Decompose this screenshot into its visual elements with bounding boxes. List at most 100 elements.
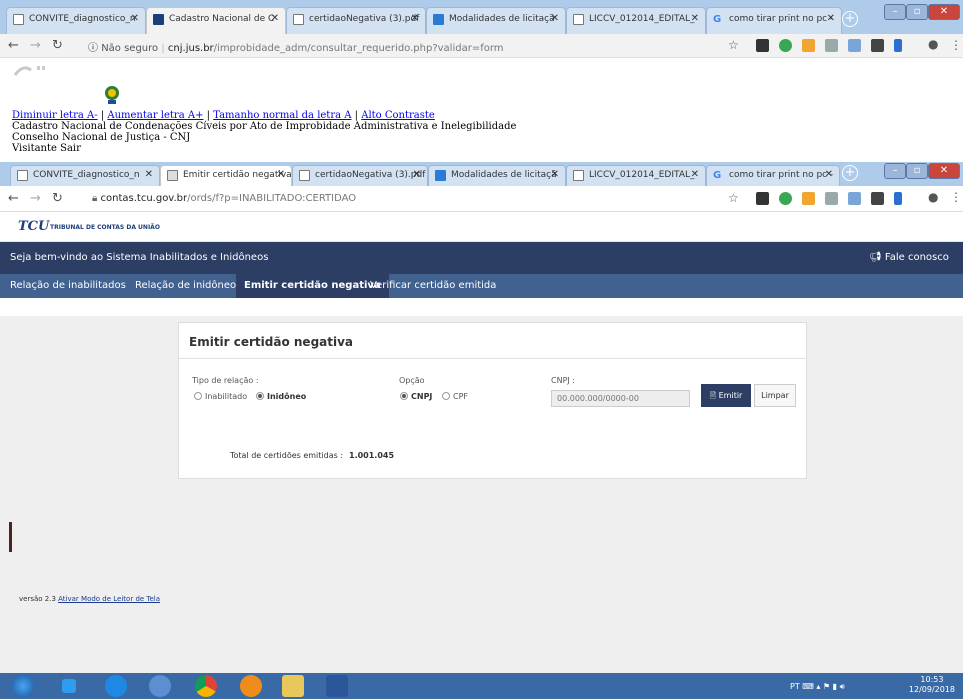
volume-icon[interactable]: 🔊︎	[840, 682, 845, 691]
close-tab-icon[interactable]: ✕	[145, 169, 153, 180]
avast-icon[interactable]	[240, 675, 262, 697]
radio-cpf[interactable]	[442, 392, 450, 400]
forward-arrow-icon[interactable]: →	[30, 38, 41, 53]
inner-tab-modalidades[interactable]: Modalidades de licitaçã ✕	[428, 165, 566, 186]
maximize-button[interactable]: ▫	[906, 163, 928, 179]
media-player-icon[interactable]	[149, 675, 171, 697]
extension-bookmark-icon[interactable]	[894, 39, 902, 52]
back-arrow-icon[interactable]: ←	[8, 38, 19, 53]
tcu-logo[interactable]: TCU	[18, 219, 49, 234]
outer-tab-google[interactable]: G como tirar print no pc - ✕	[706, 7, 842, 34]
start-button-icon[interactable]	[12, 675, 34, 697]
outer-tab-cnj[interactable]: Cadastro Nacional de C ✕	[146, 7, 286, 34]
extension-blue-icon[interactable]	[848, 192, 861, 205]
close-tab-icon[interactable]: ✕	[271, 13, 279, 24]
extension-blue-icon[interactable]	[848, 39, 861, 52]
increase-font-link[interactable]: Aumentar letra A+	[107, 110, 203, 121]
inner-tab-convite[interactable]: CONVITE_diagnostico_n ✕	[10, 165, 160, 186]
normal-font-link[interactable]: Tamanho normal da letra A	[213, 110, 351, 121]
extension-gray-icon[interactable]	[825, 192, 838, 205]
outer-tab-liccv[interactable]: LICCV_012014_EDITAL_ ✕	[566, 7, 706, 34]
minimize-button[interactable]: –	[884, 163, 906, 179]
reload-icon[interactable]: ↻	[52, 38, 63, 53]
extension-orange-icon[interactable]	[802, 192, 815, 205]
menu-verificar-certidao[interactable]: Verificar certidão emitida	[370, 274, 496, 298]
radio-inabilitado-label[interactable]: Inabilitado	[205, 392, 247, 401]
close-tab-icon[interactable]: ✕	[551, 13, 559, 24]
radio-cnpj-label[interactable]: CNPJ	[411, 392, 432, 401]
menu-kebab-icon[interactable]: ⋮	[950, 190, 962, 204]
close-window-button[interactable]: ✕	[928, 4, 960, 20]
media-center-icon[interactable]	[62, 679, 76, 693]
radio-cnpj[interactable]	[400, 392, 408, 400]
extension-orange-icon[interactable]	[802, 39, 815, 52]
extension-dark-icon[interactable]	[871, 39, 884, 52]
emitir-button[interactable]: 🗎︎ Emitir	[701, 384, 751, 407]
close-tab-icon[interactable]: ✕	[827, 13, 835, 24]
screen-reader-link[interactable]: Ativar Modo de Leitor de Tela	[58, 595, 160, 603]
extension-bookmark-icon[interactable]	[894, 192, 902, 205]
back-arrow-icon[interactable]: ←	[8, 191, 19, 206]
inner-tab-liccv[interactable]: LICCV_012014_EDITAL_ ✕	[566, 165, 706, 186]
inner-tab-google[interactable]: G como tirar print no pc - ✕	[706, 165, 840, 186]
close-tab-icon[interactable]: ✕	[131, 13, 139, 24]
account-icon[interactable]: ●	[928, 190, 938, 204]
bookmark-star-icon[interactable]: ☆	[728, 191, 739, 205]
language-indicator[interactable]: PT	[790, 682, 800, 691]
outer-tab-certidao-pdf[interactable]: certidaoNegativa (3).pdf ✕	[286, 7, 426, 34]
close-tab-icon[interactable]: ✕	[691, 13, 699, 24]
outer-tab-convite[interactable]: CONVITE_diagnostico_n ✕	[6, 7, 146, 34]
inner-tab-certidao-pdf[interactable]: certidaoNegativa (3).pdf ✕	[292, 165, 428, 186]
bookmark-star-icon[interactable]: ☆	[728, 38, 739, 52]
close-tab-icon[interactable]: ✕	[277, 169, 285, 180]
radio-cpf-label[interactable]: CPF	[453, 392, 468, 401]
extension-green-icon[interactable]	[779, 39, 792, 52]
minimize-button[interactable]: –	[884, 4, 906, 20]
radio-inabilitado[interactable]	[194, 392, 202, 400]
menu-relacao-inidoneos[interactable]: Relação de inidôneos	[135, 274, 241, 298]
new-tab-button[interactable]: +	[842, 165, 858, 181]
network-icon[interactable]: ⚑	[823, 682, 830, 691]
clock[interactable]: 10:53 12/09/2018	[909, 675, 955, 695]
close-tab-icon[interactable]: ✕	[551, 169, 559, 180]
extension-green-icon[interactable]	[779, 192, 792, 205]
inner-url-field[interactable]: 🔒︎ contas.tcu.gov.br/ords/f?p=INABILITAD…	[92, 193, 356, 204]
close-tab-icon[interactable]: ✕	[411, 13, 419, 24]
forward-arrow-icon[interactable]: →	[30, 191, 41, 206]
menu-relacao-inabilitados[interactable]: Relação de inabilitados	[10, 274, 126, 298]
cnpj-input[interactable]	[551, 390, 690, 407]
signal-icon[interactable]: ▮	[833, 682, 837, 691]
font-controls: Diminuir letra A- | Aumentar letra A+ | …	[12, 110, 435, 121]
chrome-icon[interactable]	[195, 675, 217, 697]
cnj-favicon-icon	[153, 14, 164, 25]
outer-url-field[interactable]: ⓘ Não seguro | cnj.jus.br/improbidade_ad…	[88, 39, 504, 54]
keyboard-icon[interactable]: ⌨︎	[802, 682, 814, 691]
extension-gray-icon[interactable]	[825, 39, 838, 52]
fale-conosco-link[interactable]: 📢︎ Fale conosco	[869, 252, 949, 263]
account-icon[interactable]: ●	[928, 37, 938, 51]
high-contrast-link[interactable]: Alto Contraste	[361, 110, 435, 121]
extension-icon[interactable]	[756, 192, 769, 205]
close-tab-icon[interactable]: ✕	[413, 169, 421, 180]
inner-tab-emitir[interactable]: Emitir certidão negativa ✕	[160, 165, 292, 186]
word-icon[interactable]	[326, 675, 348, 697]
decrease-font-link[interactable]: Diminuir letra A-	[12, 110, 98, 121]
extension-dark-icon[interactable]	[871, 192, 884, 205]
close-tab-icon[interactable]: ✕	[825, 169, 833, 180]
radio-inidoneo[interactable]	[256, 392, 264, 400]
tray-expand-icon[interactable]: ▴	[816, 682, 820, 691]
close-window-button[interactable]: ✕	[928, 163, 960, 179]
new-tab-button[interactable]: +	[842, 11, 858, 27]
radio-inidoneo-label[interactable]: Inidôneo	[267, 392, 306, 401]
internet-explorer-icon[interactable]	[105, 675, 127, 697]
maximize-button[interactable]: ▫	[906, 4, 928, 20]
limpar-button[interactable]: Limpar	[754, 384, 796, 407]
menu-kebab-icon[interactable]: ⋮	[950, 38, 962, 52]
close-tab-icon[interactable]: ✕	[691, 169, 699, 180]
menu-emitir-certidao[interactable]: Emitir certidão negativa	[236, 274, 389, 298]
extension-icon[interactable]	[756, 39, 769, 52]
cnj-user: Visitante Sair	[12, 143, 81, 154]
file-explorer-icon[interactable]	[282, 675, 304, 697]
outer-tab-modalidades[interactable]: Modalidades de licitaçã ✕	[426, 7, 566, 34]
reload-icon[interactable]: ↻	[52, 191, 63, 206]
